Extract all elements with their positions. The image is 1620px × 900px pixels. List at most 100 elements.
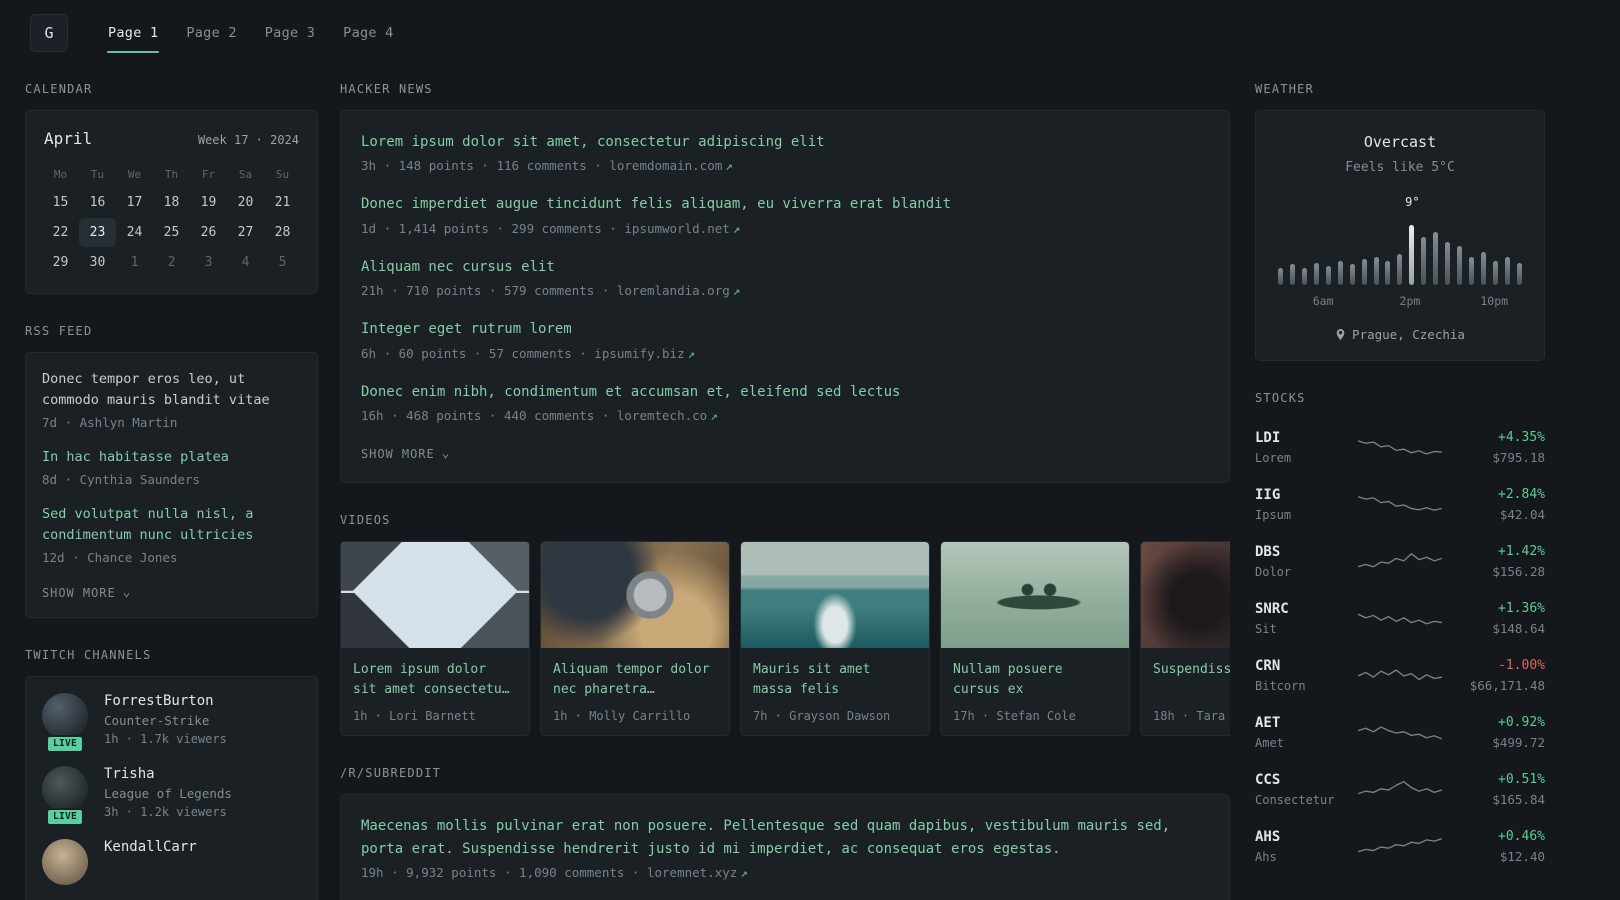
stock-row[interactable]: AHS Ahs +0.46% $12.40	[1255, 818, 1545, 875]
chevron-down-icon: ⌄	[122, 585, 132, 601]
tab-page-2[interactable]: Page 2	[172, 10, 250, 56]
weather-feels-like: Feels like 5°C	[1345, 160, 1455, 175]
subreddit-item-meta: 19h · 9,932 points · 1,090 comments · lo…	[361, 865, 1209, 880]
section-title-calendar: CALENDAR	[25, 82, 93, 96]
video-title[interactable]: Nullam posuere cursus ex	[953, 660, 1117, 700]
stock-row[interactable]: IIG Ipsum +2.84% $42.04	[1255, 476, 1545, 533]
weather-card: Overcast Feels like 5°C 9° 6am 2pm 10pm …	[1255, 110, 1545, 361]
hackernews-item-domain[interactable]: ipsumify.biz	[594, 346, 684, 361]
rss-item-title[interactable]: Donec tempor eros leo, ut commodo mauris…	[42, 369, 301, 411]
rss-show-more-button[interactable]: SHOW MORE ⌄	[42, 586, 131, 600]
weather-bar	[1433, 231, 1439, 285]
stock-sparkline	[1357, 725, 1443, 740]
tab-page-4[interactable]: Page 4	[329, 10, 407, 56]
stock-row[interactable]: LDI Lorem +4.35% $795.18	[1255, 419, 1545, 476]
stock-id: LDI Lorem	[1255, 430, 1351, 465]
stocks-section: STOCKS LDI Lorem +4.35% $795.18 IIG Ipsu…	[1255, 391, 1545, 875]
twitch-channel-row[interactable]: LIVE ForrestBurton Counter-Strike 1h · 1…	[42, 692, 301, 753]
hackernews-item-domain[interactable]: loremdomain.com	[609, 158, 722, 173]
calendar-day: 24	[126, 225, 143, 240]
external-link-icon: ↗	[732, 220, 741, 236]
section-title-videos: VIDEOS	[340, 512, 391, 527]
tab-page-1[interactable]: Page 1	[94, 10, 172, 56]
calendar-section: CALENDAR April Week 17 · 2024 Mo Tu We T…	[25, 82, 318, 294]
stock-row[interactable]: SNRC Sit +1.36% $148.64	[1255, 590, 1545, 647]
stock-ticker: IIG	[1255, 487, 1281, 503]
hackernews-item-title[interactable]: Donec enim nibh, condimentum et accumsan…	[361, 381, 1209, 403]
stock-row[interactable]: CRN Bitcorn -1.00% $66,171.48	[1255, 647, 1545, 704]
stock-name: Consectetur	[1255, 793, 1335, 807]
calendar-day: 19	[200, 195, 217, 210]
subreddit-item-domain[interactable]: loremnet.xyz	[647, 865, 737, 880]
hackernews-show-more-button[interactable]: SHOW MORE ⌄	[361, 447, 450, 461]
rss-item-title[interactable]: In hac habitasse platea	[42, 447, 301, 468]
rss-item-meta: 7d · Ashlyn Martin	[42, 414, 178, 430]
stock-price: $156.28	[1492, 564, 1545, 579]
video-card[interactable]: Suspendisse diam 18h · Tara	[1140, 540, 1230, 737]
calendar-dow: Fr	[201, 168, 216, 181]
video-card[interactable]: Aliquam tempor dolor nec pharetra… 1h · …	[540, 540, 730, 737]
hackernews-item-title[interactable]: Aliquam nec cursus elit	[361, 256, 1209, 278]
hackernews-item-title[interactable]: Donec imperdiet augue tincidunt felis al…	[361, 193, 1209, 215]
stock-name: Dolor	[1255, 565, 1292, 579]
video-meta: 1h · Lori Barnett	[353, 709, 476, 724]
video-card[interactable]: Nullam posuere cursus ex 17h · Stefan Co…	[940, 540, 1130, 737]
stock-values: +2.84% $42.04	[1449, 487, 1545, 522]
external-link-icon: ↗	[732, 283, 741, 299]
left-column: CALENDAR April Week 17 · 2024 Mo Tu We T…	[25, 82, 318, 900]
twitch-channel-name: KendallCarr	[104, 838, 197, 855]
stock-id: AET Amet	[1255, 715, 1351, 750]
tab-page-3[interactable]: Page 3	[251, 10, 329, 56]
twitch-avatar-wrap	[42, 838, 88, 885]
section-title-rss: RSS FEED	[25, 324, 93, 338]
video-body: Mauris sit amet massa felis 7h · Grayson…	[741, 648, 929, 735]
dashboard: CALENDAR April Week 17 · 2024 Mo Tu We T…	[0, 56, 1620, 900]
twitch-channel-row[interactable]: LIVE Trisha League of Legends 3h · 1.2k …	[42, 765, 301, 826]
app-logo[interactable]: G	[30, 14, 68, 52]
weather-bar	[1516, 262, 1522, 285]
hackernews-item-stats: 1d · 1,414 points · 299 comments ·	[361, 220, 625, 236]
stock-id: CRN Bitcorn	[1255, 658, 1351, 693]
stock-ticker: SNRC	[1255, 601, 1289, 617]
stock-sparkline	[1357, 780, 1443, 794]
stock-row[interactable]: CCS Consectetur +0.51% $165.84	[1255, 761, 1545, 818]
weather-highlight-temp: 9°	[1405, 195, 1420, 209]
video-card[interactable]: Mauris sit amet massa felis 7h · Grayson…	[740, 540, 930, 737]
subreddit-item-title[interactable]: Maecenas mollis pulvinar erat non posuer…	[361, 815, 1209, 860]
stock-sparkline	[1357, 668, 1442, 680]
weather-bar	[1278, 267, 1283, 285]
twitch-section: TWITCH CHANNELS LIVE ForrestBurton Count…	[25, 648, 318, 900]
stock-price: $12.40	[1499, 849, 1545, 864]
weather-hourly-chart: 9°	[1276, 195, 1524, 285]
rss-section: RSS FEED Donec tempor eros leo, ut commo…	[25, 324, 318, 618]
weather-section: WEATHER Overcast Feels like 5°C 9° 6am 2…	[1255, 82, 1545, 361]
twitch-channel-row[interactable]: KendallCarr	[42, 838, 301, 885]
twitch-card: LIVE ForrestBurton Counter-Strike 1h · 1…	[25, 675, 318, 900]
calendar-day-next-month: 2	[167, 255, 176, 270]
hackernews-item: Integer eget rutrum lorem 6h · 60 points…	[361, 318, 1209, 360]
video-title[interactable]: Lorem ipsum dolor sit amet consectetu…	[353, 660, 517, 700]
weather-bar	[1421, 236, 1427, 285]
video-title[interactable]: Mauris sit amet massa felis	[753, 660, 917, 700]
rss-item-title[interactable]: Sed volutpat nulla nisl, a condimentum n…	[42, 504, 301, 546]
hackernews-item-title[interactable]: Lorem ipsum dolor sit amet, consectetur …	[361, 131, 1209, 153]
stock-price: $165.84	[1492, 792, 1545, 807]
stock-sparkline	[1357, 552, 1443, 567]
weather-bar	[1445, 242, 1451, 285]
hackernews-item-title[interactable]: Integer eget rutrum lorem	[361, 318, 1209, 340]
video-title[interactable]: Aliquam tempor dolor nec pharetra…	[553, 660, 717, 700]
section-title-hackernews: HACKER NEWS	[340, 82, 433, 96]
external-link-icon: ↗	[687, 345, 696, 361]
stocks-list: LDI Lorem +4.35% $795.18 IIG Ipsum +2.84…	[1255, 419, 1545, 875]
video-title[interactable]: Suspendisse diam	[1153, 660, 1230, 700]
hackernews-item-stats: 3h · 148 points · 116 comments ·	[361, 158, 610, 174]
stock-row[interactable]: DBS Dolor +1.42% $156.28	[1255, 533, 1545, 590]
hackernews-item-domain[interactable]: ipsumworld.net	[624, 221, 729, 236]
hackernews-item-domain[interactable]: loremlandia.org	[617, 283, 730, 298]
stock-row[interactable]: AET Amet +0.92% $499.72	[1255, 704, 1545, 761]
avatar	[42, 765, 88, 812]
video-card[interactable]: Lorem ipsum dolor sit amet consectetu… 1…	[340, 540, 530, 737]
calendar-day: 25	[163, 225, 180, 240]
hackernews-item-domain[interactable]: loremtech.co	[617, 408, 707, 423]
rss-show-more-label: SHOW MORE	[42, 585, 116, 600]
